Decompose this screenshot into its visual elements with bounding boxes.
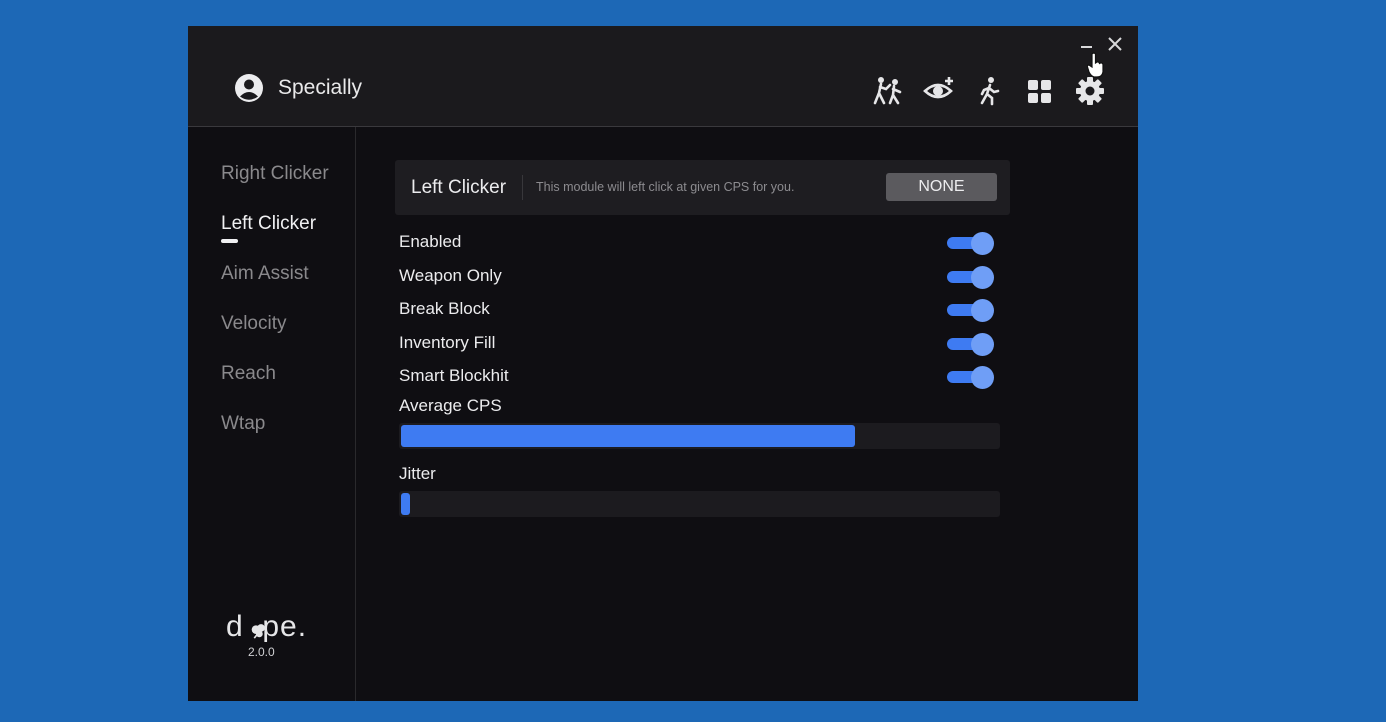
- active-indicator: [221, 239, 238, 243]
- hand-cursor-icon: [1087, 52, 1104, 78]
- sidebar-item-reach[interactable]: Reach: [221, 363, 276, 385]
- toggle-break-block[interactable]: [947, 299, 995, 322]
- module-description: This module will left click at given CPS…: [536, 180, 795, 194]
- divider: [522, 175, 523, 200]
- toggle-weapon-only[interactable]: [947, 266, 995, 289]
- movement-icon[interactable]: [973, 75, 1005, 107]
- slider-label-average-cps: Average CPS: [399, 396, 502, 415]
- slider-label-jitter: Jitter: [399, 464, 436, 483]
- toggle-knob: [971, 299, 994, 322]
- minimize-button[interactable]: [1081, 38, 1093, 50]
- toggle-knob: [971, 366, 994, 389]
- option-label-enabled: Enabled: [399, 232, 462, 251]
- module-header: Left Clicker This module will left click…: [395, 160, 1010, 215]
- sidebar-item-left-clicker[interactable]: Left Clicker: [221, 213, 316, 235]
- option-label-weapon-only: Weapon Only: [399, 266, 502, 285]
- option-label-inventory-fill: Inventory Fill: [399, 333, 496, 352]
- module-title: Left Clicker: [411, 177, 507, 198]
- title-bar: Specially: [188, 26, 1138, 127]
- slider-fill: [401, 493, 410, 515]
- toggle-enabled[interactable]: [947, 232, 995, 255]
- sidebar-item-velocity[interactable]: Velocity: [221, 313, 286, 335]
- jitter-slider[interactable]: [399, 491, 1000, 517]
- sidebar-item-right-clicker[interactable]: Right Clicker: [221, 163, 329, 185]
- toggle-knob: [971, 266, 994, 289]
- toggle-inventory-fill[interactable]: [947, 333, 995, 356]
- option-label-smart-blockhit: Smart Blockhit: [399, 366, 509, 385]
- grid-icon[interactable]: [1024, 75, 1056, 107]
- visuals-icon[interactable]: [923, 75, 955, 107]
- user-profile[interactable]: Specially: [234, 73, 362, 103]
- username: Specially: [278, 76, 363, 99]
- sidebar: Right Clicker Left Clicker Aim Assist Ve…: [188, 127, 356, 701]
- keybind-button[interactable]: NONE: [886, 173, 997, 201]
- user-icon: [235, 74, 263, 102]
- version-label: 2.0.0: [248, 645, 275, 659]
- close-icon[interactable]: [1107, 36, 1123, 52]
- combat-icon[interactable]: [872, 75, 904, 107]
- sidebar-item-aim-assist[interactable]: Aim Assist: [221, 263, 309, 285]
- option-label-break-block: Break Block: [399, 299, 490, 318]
- brand-logo: d pe.: [226, 610, 307, 644]
- settings-icon[interactable]: [1074, 75, 1106, 107]
- logo-mark-icon: [251, 624, 265, 639]
- app-window: Specially Right Clicker Left Clicker Aim…: [188, 26, 1138, 701]
- toggle-knob: [971, 333, 994, 356]
- toggle-smart-blockhit[interactable]: [947, 366, 995, 389]
- sidebar-item-wtap[interactable]: Wtap: [221, 413, 265, 435]
- toggle-knob: [971, 232, 994, 255]
- slider-fill: [401, 425, 855, 447]
- average-cps-slider[interactable]: [399, 423, 1000, 449]
